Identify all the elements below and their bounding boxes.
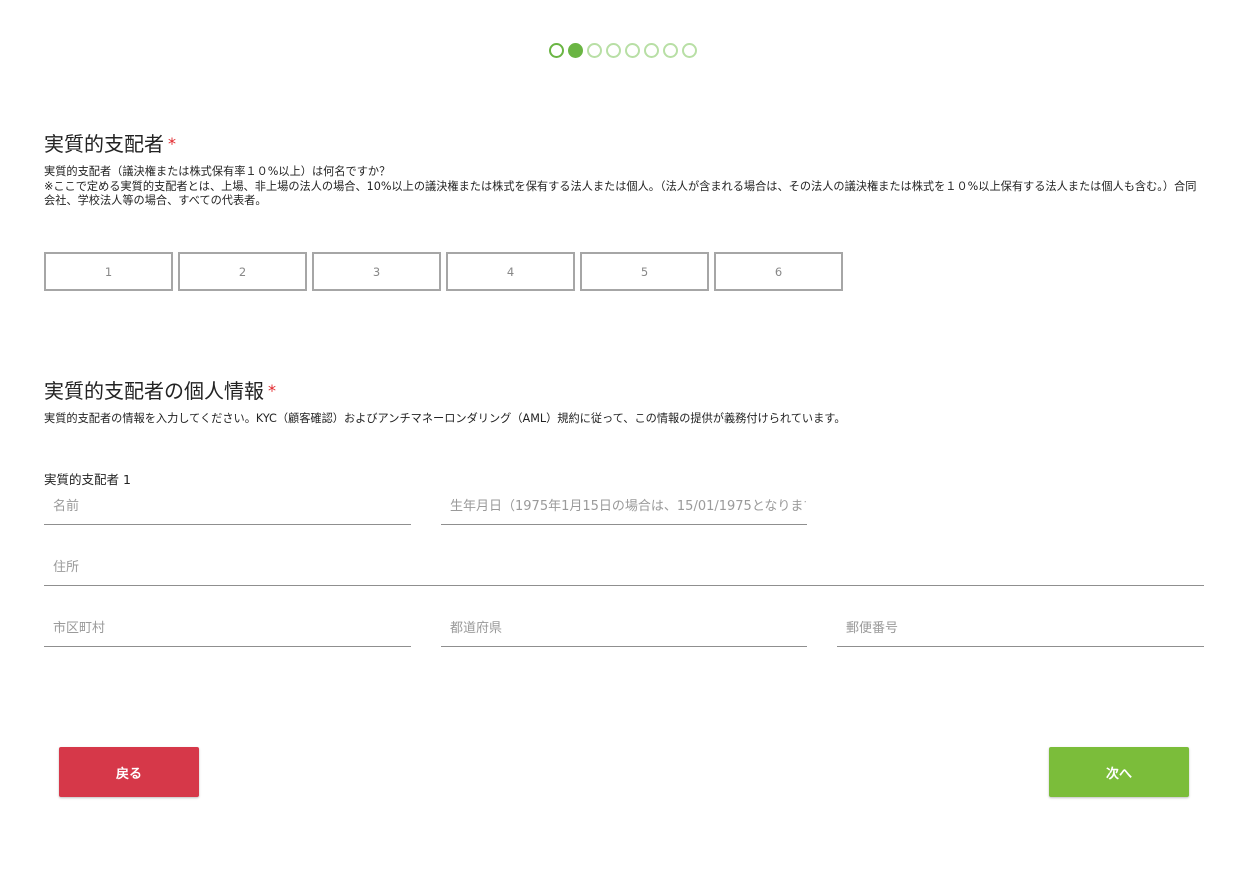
birthdate-field: [441, 488, 807, 525]
name-input[interactable]: [44, 488, 410, 524]
owner-count-option-4[interactable]: 4: [446, 252, 575, 291]
postal-code-input[interactable]: [837, 610, 1203, 646]
birthdate-input[interactable]: [441, 488, 806, 524]
back-button[interactable]: 戻る: [59, 747, 199, 797]
city-field: [44, 610, 411, 647]
address-input[interactable]: [44, 549, 1203, 585]
name-field: [44, 488, 411, 525]
postal-code-field: [837, 610, 1204, 647]
owner-count-option-1[interactable]: 1: [44, 252, 173, 291]
section-title-text: 実質的支配者の個人情報: [44, 379, 264, 403]
address-field: [44, 549, 1204, 586]
section-title-text: 実質的支配者: [44, 132, 164, 156]
city-input[interactable]: [44, 610, 410, 646]
step-dot-6: [644, 43, 659, 58]
personal-info-description: 実質的支配者の情報を入力してください。KYC（顧客確認）およびアンチマネーロンダ…: [44, 412, 846, 425]
required-marker: *: [268, 381, 276, 400]
owner-count-option-3[interactable]: 3: [312, 252, 441, 291]
step-dot-8: [682, 43, 697, 58]
owner-1-label: 実質的支配者 1: [44, 472, 131, 487]
step-dot-1: [549, 43, 564, 58]
section-title-beneficial-owner: 実質的支配者 *: [44, 128, 176, 157]
owner-count-option-2[interactable]: 2: [178, 252, 307, 291]
owner-count-options: 1 2 3 4 5 6: [44, 252, 843, 291]
section-description: 実質的支配者（議決権または株式保有率１０%以上）は何名ですか？ ※ここで定める実…: [44, 165, 1204, 209]
owner-count-option-5[interactable]: 5: [580, 252, 709, 291]
step-dot-7: [663, 43, 678, 58]
owner-count-question: 実質的支配者（議決権または株式保有率１０%以上）は何名ですか？: [44, 165, 391, 178]
step-dot-2-current: [568, 43, 583, 58]
next-button[interactable]: 次へ: [1049, 747, 1189, 797]
step-dot-5: [625, 43, 640, 58]
section-title-personal-info: 実質的支配者の個人情報 *: [44, 375, 276, 404]
beneficial-owner-definition: ※ここで定める実質的支配者とは、上場、非上場の法人の場合、10%以上の議決権また…: [44, 179, 1197, 208]
required-marker: *: [168, 134, 176, 153]
progress-steps: [549, 43, 697, 58]
prefecture-field: [441, 610, 807, 647]
owner-count-option-6[interactable]: 6: [714, 252, 843, 291]
step-dot-3: [587, 43, 602, 58]
step-dot-4: [606, 43, 621, 58]
prefecture-input[interactable]: [441, 610, 806, 646]
